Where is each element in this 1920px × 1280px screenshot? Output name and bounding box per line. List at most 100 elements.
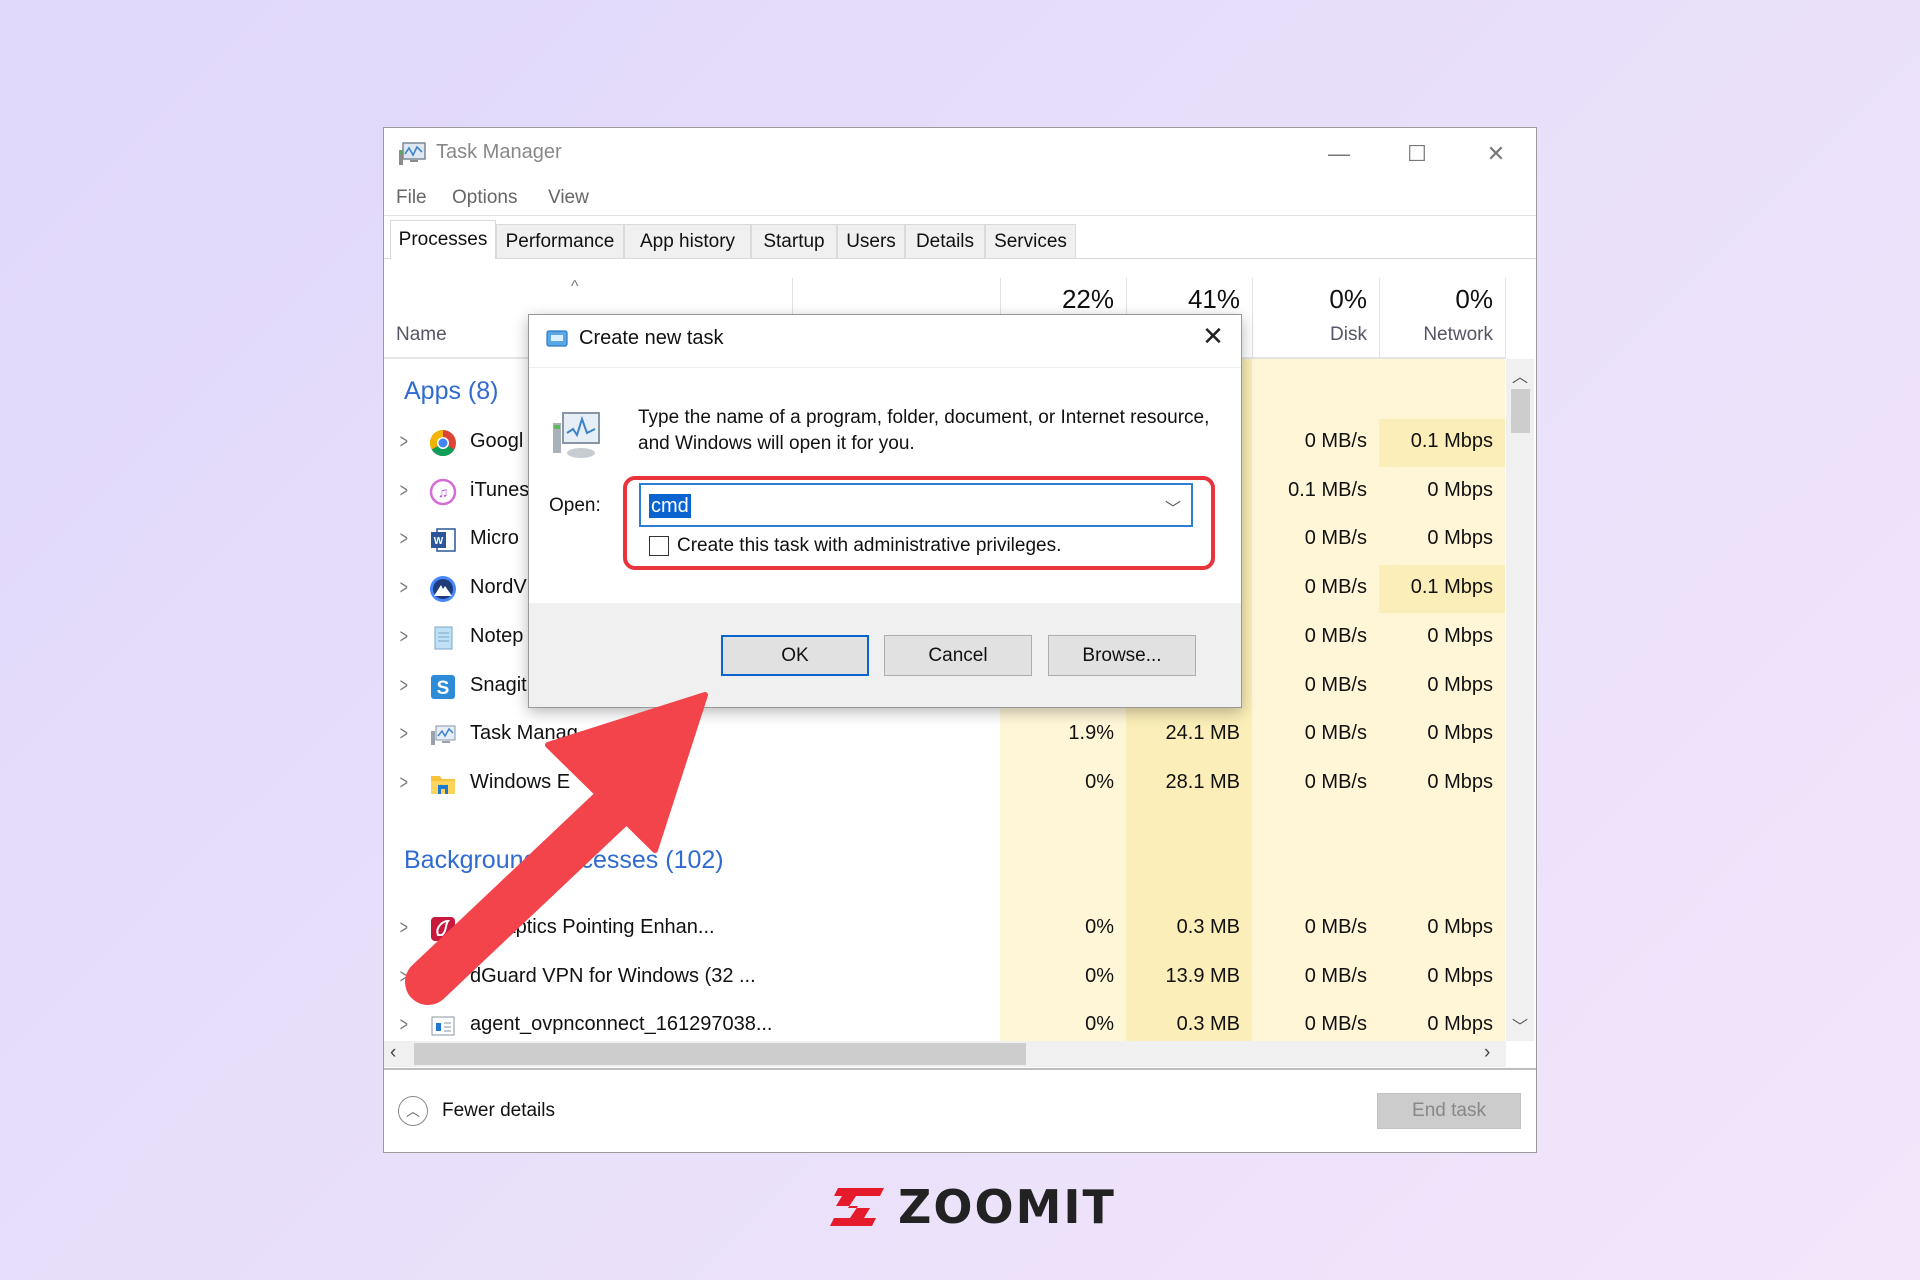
expand-chevron-icon[interactable]: > xyxy=(400,772,408,795)
nordvpn-icon xyxy=(429,575,457,603)
close-button[interactable]: ✕ xyxy=(1466,134,1526,174)
tab-services[interactable]: Services xyxy=(985,224,1076,258)
disk-value: 0 MB/s xyxy=(1304,624,1367,647)
expand-chevron-icon[interactable]: > xyxy=(400,577,408,600)
maximize-button[interactable]: ☐ xyxy=(1387,134,1447,174)
browse-button[interactable]: Browse... xyxy=(1048,635,1196,676)
process-row[interactable]: > Windows E 0% 28.1 MB 0 MB/s 0 Mbps xyxy=(384,760,1506,808)
scroll-up-icon[interactable]: ︿ xyxy=(1512,363,1528,387)
vertical-scrollbar[interactable]: ︿ ﹀ xyxy=(1506,359,1534,1041)
horizontal-scroll-thumb[interactable] xyxy=(414,1043,1026,1065)
adguard-icon xyxy=(429,964,457,992)
cpu-value: 0% xyxy=(1085,1013,1114,1036)
snagit-icon: S xyxy=(429,673,457,701)
expand-chevron-icon[interactable]: > xyxy=(400,480,408,503)
end-task-button[interactable]: End task xyxy=(1377,1093,1521,1129)
disk-value: 0 MB/s xyxy=(1304,430,1367,452)
close-icon: ✕ xyxy=(1486,141,1506,166)
word-icon: W xyxy=(429,526,457,554)
svg-text:W: W xyxy=(434,536,444,547)
zoomit-logo-text: ZOOMIT xyxy=(898,1180,1116,1234)
disk-value: 0 MB/s xyxy=(1304,916,1367,938)
process-name: Task Manag xyxy=(470,722,578,745)
expand-chevron-icon[interactable]: > xyxy=(400,626,408,649)
tab-processes[interactable]: Processes xyxy=(390,220,496,259)
scroll-down-icon[interactable]: ﹀ xyxy=(1512,1013,1528,1037)
column-name[interactable]: Name xyxy=(384,324,447,346)
process-row[interactable]: > agent_ovpnconnect_161297038... 0% 0.3 MB 0… xyxy=(384,1002,1506,1041)
ok-button[interactable]: OK xyxy=(721,635,869,676)
dialog-close-button[interactable]: ✕ xyxy=(1193,321,1233,352)
dialog-button-bar: OK Cancel Browse... xyxy=(529,603,1241,707)
minimize-icon: — xyxy=(1328,141,1350,166)
network-value: 0 Mbps xyxy=(1427,722,1493,745)
menu-options[interactable]: Options xyxy=(452,187,517,209)
run-dialog-icon xyxy=(546,330,568,347)
expand-chevron-icon[interactable]: > xyxy=(400,917,408,940)
network-value: 0.1 Mbps xyxy=(1410,430,1493,452)
process-row[interactable]: > Synaptics Pointing Enhan... 0% 0.3 MB 0 MB… xyxy=(384,905,1506,953)
process-row[interactable]: > Task Manag 1.9% 24.1 MB 0 MB/s 0 Mbps xyxy=(384,711,1506,759)
cpu-value: 0% xyxy=(1085,770,1114,793)
network-percent[interactable]: 0% xyxy=(1383,284,1493,315)
tab-startup[interactable]: Startup xyxy=(751,224,837,258)
zoomit-logo: ZOOMIT xyxy=(828,1180,1116,1234)
dialog-title-divider xyxy=(529,367,1241,368)
taskmanager-icon xyxy=(429,721,457,749)
disk-value: 0 MB/s xyxy=(1304,722,1367,745)
cpu-percent[interactable]: 22% xyxy=(1004,284,1114,315)
network-value: 0 Mbps xyxy=(1427,1013,1493,1036)
scroll-right-icon[interactable]: › xyxy=(1484,1042,1490,1064)
disk-percent[interactable]: 0% xyxy=(1257,284,1367,315)
disk-value: 0 MB/s xyxy=(1304,576,1367,599)
process-name: Snagit xyxy=(470,673,527,696)
network-label[interactable]: Network xyxy=(1373,324,1493,346)
menu-view[interactable]: View xyxy=(548,187,589,209)
process-name: Micro xyxy=(470,527,519,550)
title-bar[interactable]: Task Manager — ☐ ✕ xyxy=(384,128,1536,178)
expand-chevron-icon[interactable]: > xyxy=(400,723,408,746)
network-value: 0 Mbps xyxy=(1427,527,1493,550)
tab-details[interactable]: Details xyxy=(905,224,985,258)
tab-bar: Processes Performance App history Startu… xyxy=(384,220,1536,259)
minimize-button[interactable]: — xyxy=(1309,134,1369,174)
network-value: 0 Mbps xyxy=(1427,916,1493,938)
group-background-label: Background processes (102) xyxy=(404,846,724,874)
process-name: Windows E xyxy=(470,770,571,793)
expand-chevron-icon[interactable]: > xyxy=(400,431,408,454)
svg-text:S: S xyxy=(437,678,450,699)
tab-app-history[interactable]: App history xyxy=(624,224,751,258)
menu-bar: File Options View xyxy=(384,181,1536,216)
disk-value: 0 MB/s xyxy=(1304,964,1367,987)
expand-chevron-icon[interactable]: > xyxy=(400,675,408,698)
network-value: 0 Mbps xyxy=(1427,673,1493,696)
fewer-details-button[interactable]: ︿ Fewer details xyxy=(398,1096,555,1126)
dialog-title: Create new task xyxy=(579,327,724,349)
network-value: 0 Mbps xyxy=(1427,624,1493,647)
network-value: 0 Mbps xyxy=(1427,770,1493,793)
expand-chevron-icon[interactable]: > xyxy=(400,966,408,989)
disk-value: 0 MB/s xyxy=(1304,527,1367,550)
horizontal-scrollbar[interactable]: ‹ › xyxy=(384,1041,1506,1067)
tab-performance[interactable]: Performance xyxy=(496,224,624,258)
task-manager-icon xyxy=(399,142,426,165)
column-divider xyxy=(1505,278,1506,358)
expand-chevron-icon[interactable]: > xyxy=(400,528,408,551)
group-row-background[interactable]: Background processes (102) xyxy=(384,834,1506,882)
process-row[interactable]: > dGuard VPN for Windows (32 ... 0% 13.9 MB… xyxy=(384,954,1506,1002)
memory-percent[interactable]: 41% xyxy=(1130,284,1240,315)
cpu-value: 0% xyxy=(1085,964,1114,987)
sort-caret-icon: ^ xyxy=(571,278,579,295)
menu-file[interactable]: File xyxy=(396,187,427,209)
tab-users[interactable]: Users xyxy=(837,224,905,258)
scroll-left-icon[interactable]: ‹ xyxy=(390,1042,396,1064)
vertical-scroll-thumb[interactable] xyxy=(1511,389,1530,433)
memory-value: 0.3 MB xyxy=(1176,1013,1240,1036)
disk-label[interactable]: Disk xyxy=(1247,324,1367,346)
expand-chevron-icon[interactable]: > xyxy=(400,1014,408,1037)
maximize-icon: ☐ xyxy=(1407,141,1427,166)
synaptics-icon xyxy=(429,915,457,943)
window-title: Task Manager xyxy=(436,141,562,163)
process-name: Synaptics Pointing Enhan... xyxy=(470,916,715,938)
cancel-button[interactable]: Cancel xyxy=(884,635,1032,676)
